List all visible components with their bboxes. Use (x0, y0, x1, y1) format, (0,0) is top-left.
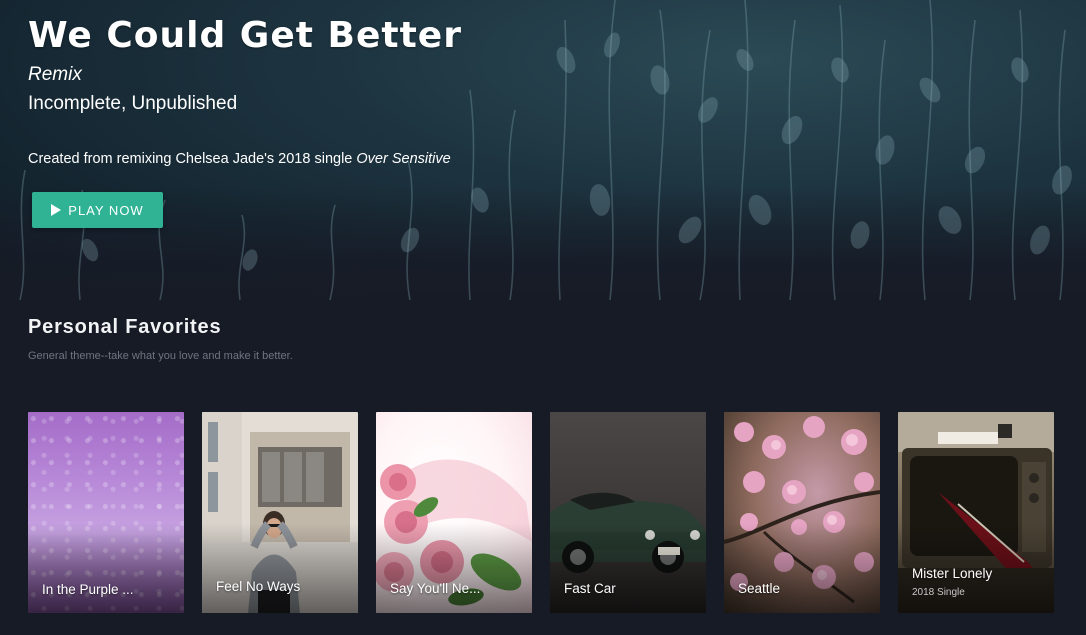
hero-content: We Could Get Better Remix Incomplete, Un… (28, 14, 728, 169)
play-now-label: PLAY NOW (68, 202, 144, 218)
hero-description-text: Created from remixing Chelsea Jade's 201… (28, 151, 357, 167)
track-card-meta: 2018 Single (912, 587, 965, 598)
section-subtitle: General theme--take what you love and ma… (28, 350, 293, 362)
track-card-mister-lonely[interactable]: Mister Lonely 2018 Single (898, 412, 1054, 613)
section-title: Personal Favorites (28, 316, 222, 338)
hero-type: Remix (28, 64, 82, 85)
hero-description-source-title: Over Sensitive (356, 151, 451, 167)
play-icon (51, 204, 62, 216)
track-card-fast-car[interactable]: Fast Car (550, 412, 706, 613)
track-card-title: In the Purple ... (42, 582, 134, 597)
track-card-title: Say You'll Ne... (390, 581, 481, 596)
track-card-seattle[interactable]: Seattle (724, 412, 880, 613)
hero-banner: We Could Get Better Remix Incomplete, Un… (0, 0, 1086, 300)
hero-description: Created from remixing Chelsea Jade's 201… (28, 149, 728, 169)
page: We Could Get Better Remix Incomplete, Un… (0, 0, 1086, 635)
track-card-title: Seattle (738, 581, 781, 596)
hero-title: We Could Get Better (28, 15, 462, 56)
track-card-title: Mister Lonely (912, 566, 993, 581)
play-now-button[interactable]: PLAY NOW (32, 192, 163, 228)
track-card-say-youll-never[interactable]: Say You'll Ne... (376, 412, 532, 613)
track-card-in-the-purple[interactable]: In the Purple ... (28, 412, 184, 613)
track-card-title: Feel No Ways (216, 579, 301, 594)
hero-status: Incomplete, Unpublished (28, 93, 238, 114)
track-card-feel-no-ways[interactable]: Feel No Ways (202, 412, 358, 613)
track-card-title: Fast Car (564, 581, 616, 596)
